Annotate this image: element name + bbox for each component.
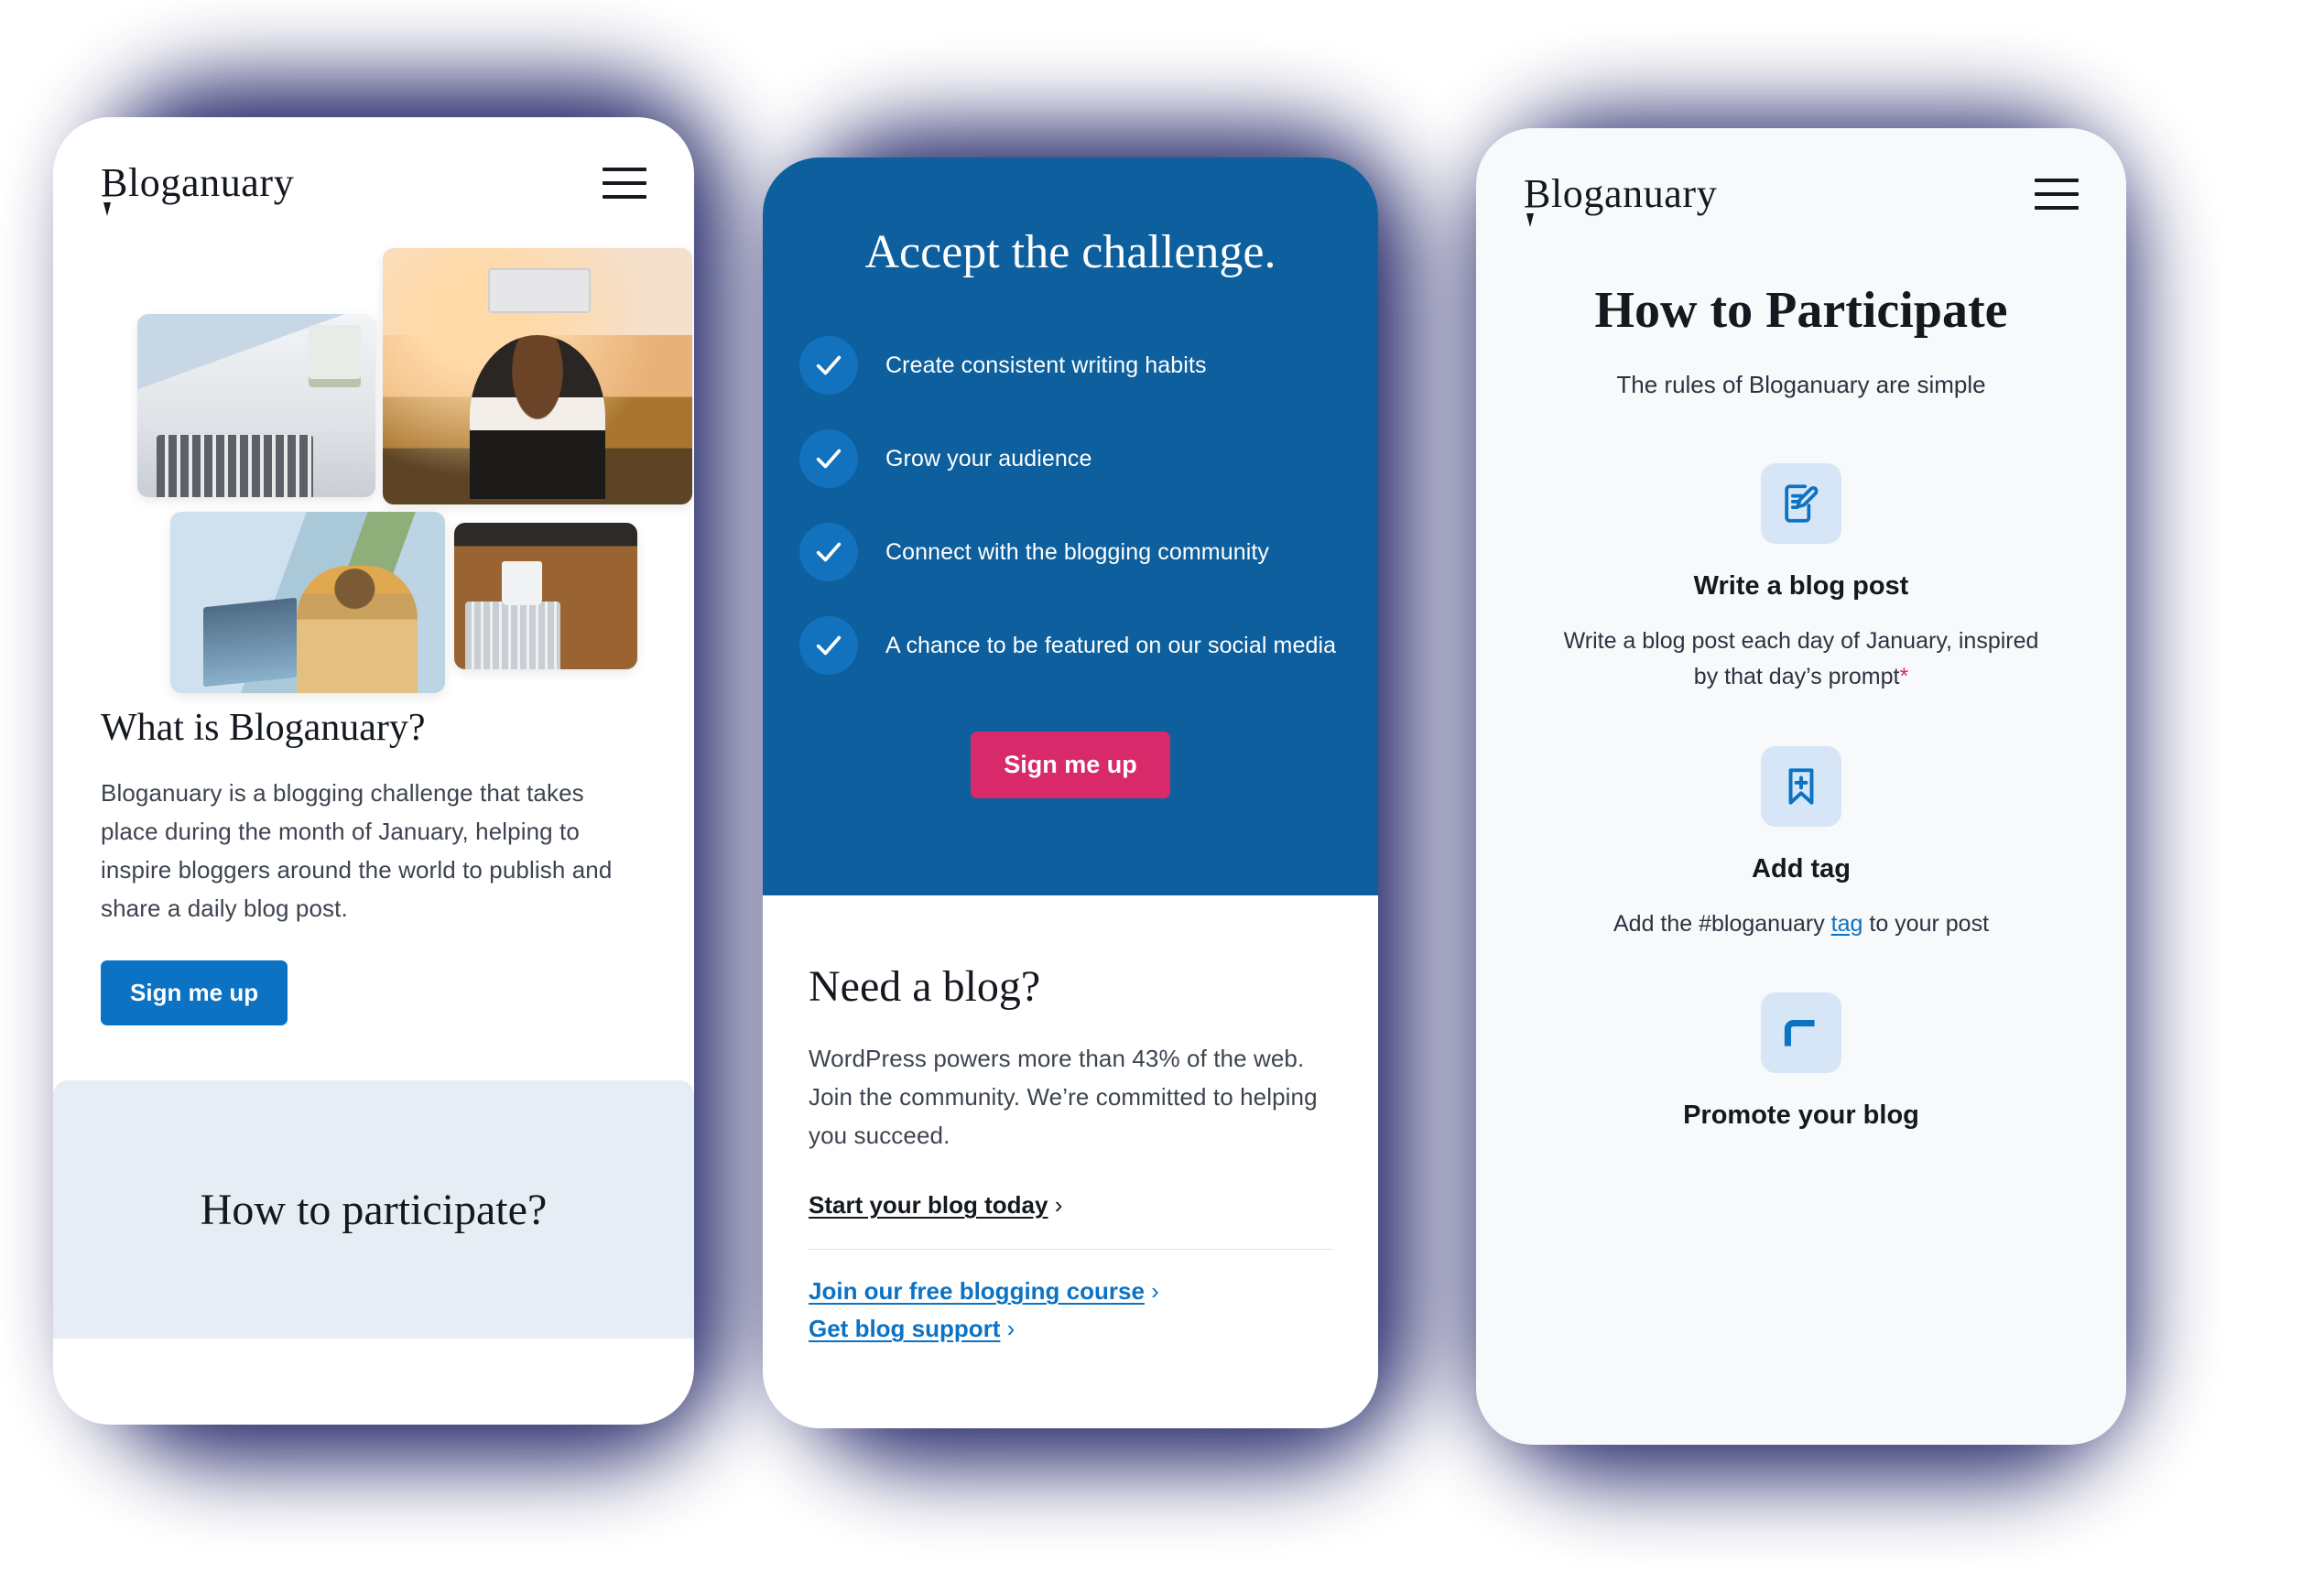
checklist-item: Create consistent writing habits xyxy=(799,336,1341,395)
sign-me-up-button[interactable]: Sign me up xyxy=(101,960,288,1026)
checkmark-icon xyxy=(799,336,858,395)
checklist-item-label: Connect with the blogging community xyxy=(885,538,1270,565)
step-title: Write a blog post xyxy=(1693,571,1909,601)
collage-photo-hands-writing-at-laptop xyxy=(137,314,375,497)
collage-photo-woman-taking-photo-at-sunset xyxy=(383,248,692,504)
checklist-item: Connect with the blogging community xyxy=(799,523,1341,581)
hero-heading: Accept the challenge. xyxy=(864,226,1276,278)
start-your-blog-today-link[interactable]: Start your blog today › xyxy=(809,1191,1332,1220)
chevron-right-icon: › xyxy=(1006,1315,1015,1343)
step-title: Add tag xyxy=(1752,853,1851,884)
need-a-blog-section: Need a blog? WordPress powers more than … xyxy=(763,895,1378,1343)
photo-collage xyxy=(88,248,692,693)
tag-link[interactable]: tag xyxy=(1831,911,1863,937)
hamburger-menu-icon[interactable] xyxy=(603,167,646,199)
collage-photo-coffee-notebook-and-laptop xyxy=(454,523,637,669)
checklist-item: Grow your audience xyxy=(799,429,1341,488)
step-write-a-blog-post: Write a blog post Write a blog post each… xyxy=(1518,463,2084,695)
phone-mockup-challenge: Accept the challenge. Create consistent … xyxy=(763,157,1378,1428)
checklist-item: A chance to be featured on our social me… xyxy=(799,616,1341,675)
page-title: How to Participate xyxy=(1594,282,2008,339)
section-heading: Need a blog? xyxy=(809,962,1041,1011)
step-add-tag: Add tag Add the #bloganuary tag to your … xyxy=(1518,745,2084,942)
panel-heading: How to participate? xyxy=(200,1185,548,1234)
checkmark-icon xyxy=(799,523,858,581)
mockup-stage: Bloganuary What is Bloganuary? Bloganuar… xyxy=(0,0,2324,1583)
document-pencil-icon xyxy=(1761,463,1841,544)
bloganuary-logo[interactable]: Bloganuary xyxy=(101,159,294,216)
section-body: WordPress powers more than 43% of the we… xyxy=(809,1045,1318,1150)
divider xyxy=(809,1249,1332,1251)
checkmark-icon xyxy=(799,429,858,488)
join-free-blogging-course-link[interactable]: Join our free blogging course › xyxy=(809,1277,1332,1306)
what-is-bloganuary-section: What is Bloganuary? Bloganuary is a blog… xyxy=(53,689,694,1026)
megaphone-icon xyxy=(1761,992,1841,1074)
step-description: Add the #bloganuary tag to your post xyxy=(1613,910,1990,937)
step-promote-your-blog: Promote your blog xyxy=(1518,992,2084,1131)
checkmark-icon xyxy=(799,616,858,675)
phone-mockup-home: Bloganuary What is Bloganuary? Bloganuar… xyxy=(53,117,694,1425)
sign-me-up-button[interactable]: Sign me up xyxy=(971,732,1170,798)
how-to-participate-panel: How to participate? xyxy=(53,1080,694,1339)
chevron-right-icon: › xyxy=(1151,1277,1159,1306)
checklist-item-label: Create consistent writing habits xyxy=(885,352,1207,378)
phone-mockup-participate: Bloganuary How to Participate The rules … xyxy=(1476,128,2126,1445)
accept-challenge-hero: Accept the challenge. Create consistent … xyxy=(763,157,1378,895)
checklist-item-label: Grow your audience xyxy=(885,445,1092,472)
chevron-right-icon: › xyxy=(1054,1191,1063,1220)
step-title: Promote your blog xyxy=(1683,1101,1919,1131)
hero-cta-wrap: Sign me up xyxy=(763,732,1378,798)
checklist-item-label: A chance to be featured on our social me… xyxy=(885,632,1337,658)
hamburger-menu-icon[interactable] xyxy=(2035,178,2079,210)
section-body: Bloganuary is a blogging challenge that … xyxy=(101,779,613,923)
phone1-header: Bloganuary xyxy=(53,117,694,216)
required-asterisk: * xyxy=(1899,663,1909,689)
bloganuary-logo[interactable]: Bloganuary xyxy=(1524,170,1717,227)
get-blog-support-link[interactable]: Get blog support › xyxy=(809,1315,1332,1343)
phone3-header: Bloganuary xyxy=(1476,128,2126,227)
page-subtitle: The rules of Bloganuary are simple xyxy=(1616,371,1986,398)
bookmark-plus-icon xyxy=(1761,745,1841,827)
collage-photo-man-on-balcony-with-laptop xyxy=(170,512,445,693)
benefits-checklist: Create consistent writing habits Grow yo… xyxy=(763,336,1378,675)
how-to-participate-section: How to Participate The rules of Bloganua… xyxy=(1476,217,2126,1131)
step-description: Write a blog post each day of January, i… xyxy=(1563,628,2039,689)
section-heading: What is Bloganuary? xyxy=(101,707,426,749)
